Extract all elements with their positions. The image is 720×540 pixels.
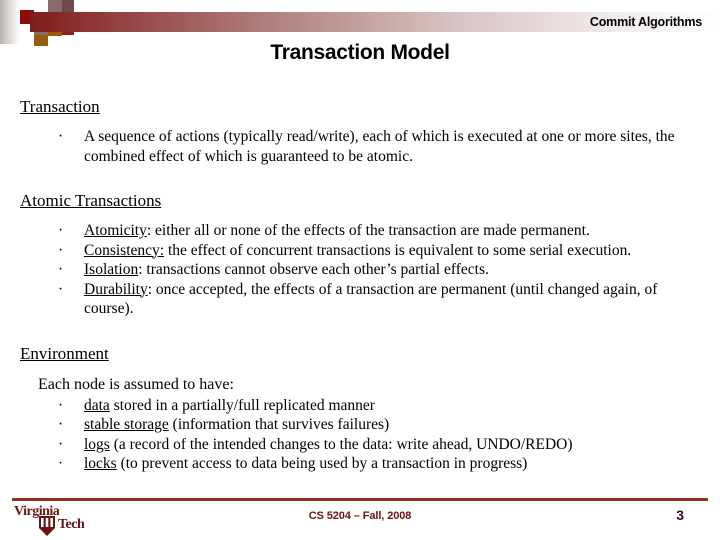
section-environment: Environment Each node is assumed to have… — [0, 343, 720, 474]
bullet-text: (a record of the intended changes to the… — [109, 435, 573, 453]
page-title: Transaction Model — [270, 41, 450, 64]
bullet-glyph: · — [58, 455, 64, 472]
bullet-text: : transactions cannot observe each other… — [138, 261, 489, 278]
bullet-term-locks: locks — [84, 455, 117, 472]
bullet-list: · A sequence of actions (typically read/w… — [0, 127, 720, 166]
bullet-glyph: · — [58, 261, 64, 278]
decorative-square-maroon-dark — [62, 0, 74, 12]
slide-header: Commit Algorithms — [0, 0, 720, 46]
section-transaction: Transaction · A sequence of actions (typi… — [0, 96, 720, 166]
section-heading-text: Transaction — [20, 97, 100, 116]
bullet-term-isolation: Isolation — [84, 261, 139, 278]
list-item: · Durability: once accepted, the effects … — [0, 280, 720, 319]
bullet-term-durability: Durability — [84, 280, 148, 298]
bullet-glyph: · — [58, 241, 64, 259]
bullet-glyph: · — [58, 435, 64, 453]
header-subtitle: Commit Algorithms — [589, 15, 702, 29]
list-item: · Atomicity: either all or none of the ef… — [0, 221, 720, 241]
list-item: · stable storage (information that surviv… — [0, 415, 720, 435]
header-fade-gradient — [0, 0, 20, 44]
environment-lead-text: Each node is assumed to have: — [38, 375, 234, 393]
bullet-glyph: · — [58, 128, 64, 145]
bullet-term-stable-storage: stable storage — [84, 416, 169, 433]
bullet-text: the effect of concurrent transactions is… — [164, 241, 632, 259]
bullet-text: (to prevent access to data being used by… — [116, 455, 528, 472]
section-atomic-transactions: Atomic Transactions · Atomicity: either a… — [0, 190, 720, 319]
bullet-term-data: data — [84, 396, 110, 414]
list-item: · A sequence of actions (typically read/w… — [0, 127, 720, 166]
list-item: · Isolation: transactions cannot observe … — [0, 260, 720, 280]
bullet-text: : either all or none of the effects of t… — [146, 222, 590, 239]
slide-body: Transaction · A sequence of actions (typi… — [0, 96, 720, 474]
bullet-text: A sequence of actions (typically read/wr… — [84, 128, 675, 165]
section-heading: Transaction — [0, 96, 720, 118]
bullet-term-atomicity: Atomicity — [84, 222, 147, 239]
list-item: · data stored in a partially/full replica… — [0, 396, 720, 416]
bullet-text: stored in a partially/full replicated ma… — [109, 396, 375, 414]
bullet-term-logs: logs — [84, 435, 110, 453]
section-heading: Atomic Transactions — [0, 190, 720, 212]
section-heading-text: Atomic Transactions — [20, 191, 162, 210]
section-heading: Environment — [0, 343, 720, 365]
section-heading-text: Environment — [20, 343, 109, 363]
bullet-glyph: · — [58, 222, 64, 239]
bullet-text: : once accepted, the effects of a transa… — [84, 280, 658, 318]
bullet-glyph: · — [58, 280, 64, 298]
decorative-square-mauve-top — [48, 0, 62, 12]
footer-divider — [12, 498, 708, 501]
bullet-glyph: · — [58, 416, 64, 433]
bullet-text: (information that survives failures) — [168, 416, 390, 433]
list-item: · Consistency: the effect of concurrent t… — [0, 241, 720, 261]
list-item: · logs (a record of the intended changes … — [0, 435, 720, 455]
bullet-glyph: · — [58, 396, 64, 414]
bullet-term-consistency: Consistency: — [84, 241, 165, 259]
footer-course-label: CS 5204 – Fall, 2008 — [308, 510, 412, 522]
bullet-list: · Atomicity: either all or none of the ef… — [0, 221, 720, 319]
list-item: · locks (to prevent access to data being … — [0, 454, 720, 474]
bullet-list: · data stored in a partially/full replica… — [0, 396, 720, 474]
page-number: 3 — [676, 507, 684, 523]
